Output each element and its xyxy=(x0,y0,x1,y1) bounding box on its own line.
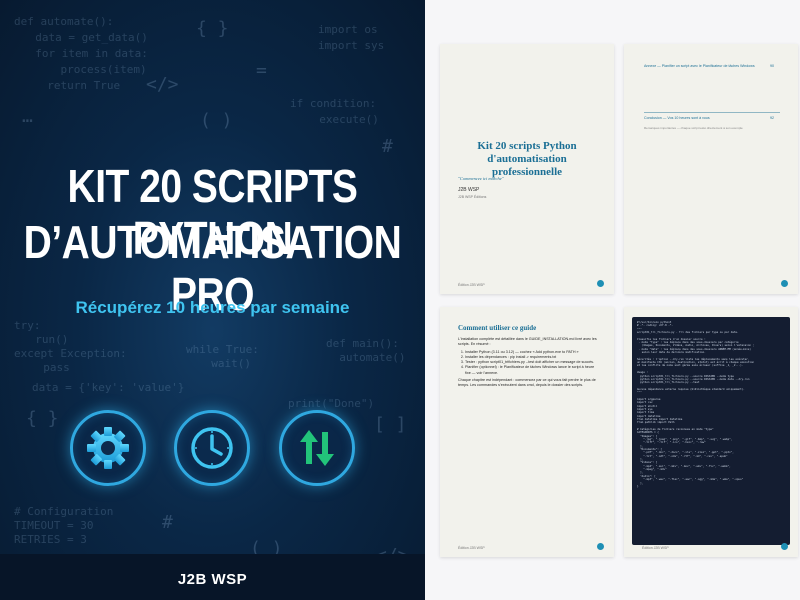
page-footer: Édition J2B WSP xyxy=(642,546,669,550)
ellipsis-decoration: … xyxy=(22,106,33,127)
code-line: import sys xyxy=(318,39,385,52)
braces-decoration: { } xyxy=(196,18,229,39)
toc-note: Remarques importantes — chaque script te… xyxy=(644,126,743,130)
code-block: #!/usr/bin/env python3 # -*- coding: utf… xyxy=(632,317,790,545)
page-footer: Édition J2B WSP xyxy=(458,283,485,287)
toc-entry-page: 92 xyxy=(770,116,774,120)
code-line: RETRIES = 3 xyxy=(14,533,87,546)
book-cover: def automate(): data = get_data() for it… xyxy=(0,0,425,600)
equals-decoration: = xyxy=(256,60,267,81)
guide-body: L'installation complète est détaillée da… xyxy=(458,337,598,389)
code-line: process(item) xyxy=(34,63,147,76)
code-line: # Configuration xyxy=(14,505,114,518)
title-page-preview: Kit 20 scripts Python d'automatisation p… xyxy=(440,44,614,294)
page-marker-dot xyxy=(781,280,788,287)
code-line: if condition: xyxy=(290,97,377,110)
code-line: import os xyxy=(318,23,378,36)
toc-entry-label: Conclusion — Vos 10 heures sont à vous xyxy=(644,116,710,120)
guide-page-preview: Comment utiliser ce guide L'installation… xyxy=(440,307,614,557)
page-title: Kit 20 scripts Python d'automatisation p… xyxy=(477,140,577,178)
code-line: data = {'key': 'value'} xyxy=(32,381,185,394)
gear-icon xyxy=(70,410,146,486)
code-line: run() xyxy=(22,333,69,346)
toc-entry-label: Annexe — Planifier un script avec le Pla… xyxy=(644,64,755,68)
toc-page-preview: Annexe — Planifier un script avec le Pla… xyxy=(624,44,798,294)
page-marker-dot xyxy=(597,280,604,287)
page-marker-dot xyxy=(781,543,788,550)
cover-subtitle: Récupérez 10 heures par semaine xyxy=(75,298,350,317)
code-line: for item in data: xyxy=(22,47,148,60)
code-line: wait() xyxy=(198,357,251,370)
tag-decoration: </> xyxy=(146,74,179,95)
code-line: except Exception: xyxy=(14,347,127,360)
toc-divider xyxy=(644,112,780,113)
clock-icon xyxy=(174,410,250,486)
guide-heading: Comment utiliser ce guide xyxy=(458,324,537,332)
code-line: automate() xyxy=(326,351,406,364)
code-line: print("Done") xyxy=(288,397,375,410)
guide-steps: Installer Python (3.11 ou 3.12) — cochez… xyxy=(458,350,598,376)
hash-decoration: # xyxy=(382,136,393,157)
code-line: def automate(): xyxy=(14,15,114,28)
braces-decoration: { } xyxy=(26,408,59,429)
page-editions: J2B WSP Éditions xyxy=(458,195,487,199)
code-line: return True xyxy=(34,79,121,92)
toc-entry-page: 90 xyxy=(770,64,774,68)
page-marker-dot xyxy=(597,543,604,550)
guide-intro: L'installation complète est détaillée da… xyxy=(458,337,597,347)
code-line: data = get_data() xyxy=(22,31,148,44)
toc-entry: Annexe — Planifier un script avec le Pla… xyxy=(644,64,784,68)
toc-entry: Conclusion — Vos 10 heures sont à vous 9… xyxy=(644,116,784,120)
code-page-preview: #!/usr/bin/env python3 # -*- coding: utf… xyxy=(624,307,798,557)
brand-name: J2B WSP xyxy=(177,571,248,588)
guide-step: Planifier (optionnel) : le Planificateur… xyxy=(465,365,598,376)
code-line: execute() xyxy=(306,113,379,126)
code-line: def main(): xyxy=(326,337,399,350)
page-quote: "Commencez ici marche" xyxy=(458,176,504,181)
parens-decoration: ( ) xyxy=(200,110,233,131)
hash-decoration: # xyxy=(162,512,173,533)
page-author: J2B WSP xyxy=(458,187,480,193)
code-line: pass xyxy=(30,361,70,374)
guide-outro: Chaque chapitre est indépendant : commen… xyxy=(458,378,596,388)
page-footer: Édition J2B WSP xyxy=(458,546,485,550)
up-down-arrows-icon xyxy=(279,410,355,486)
code-line: TIMEOUT = 30 xyxy=(14,519,94,532)
bracket-decoration: [ ] xyxy=(374,414,407,435)
code-line: while True: xyxy=(186,343,259,356)
